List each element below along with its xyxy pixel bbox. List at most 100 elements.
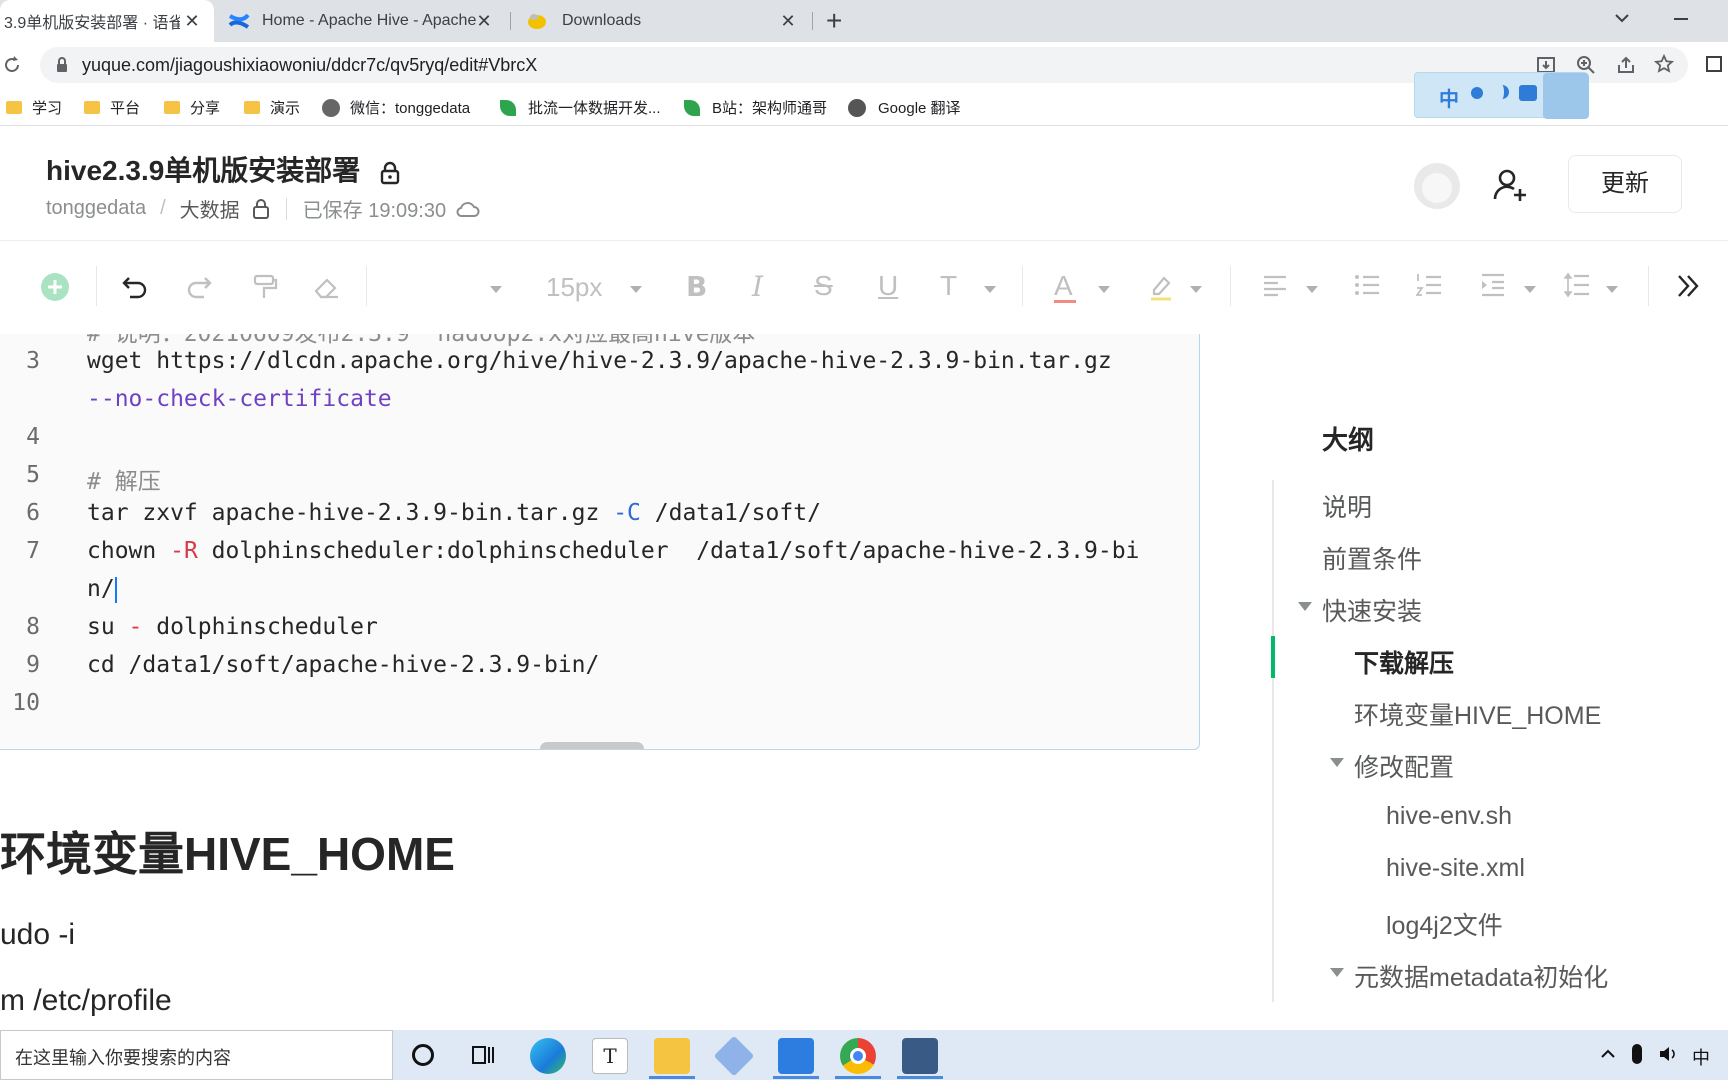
bookmark-bilibili[interactable]: B站：架构师通哥 bbox=[684, 97, 827, 118]
horizontal-scrollbar[interactable] bbox=[540, 742, 644, 749]
bullet-list-icon[interactable] bbox=[1354, 272, 1380, 298]
bookmark-google-translate[interactable]: Google 翻译 bbox=[848, 97, 961, 118]
ime-skin-icon bbox=[1519, 85, 1537, 101]
section-heading: 环境变量HIVE_HOME bbox=[0, 828, 455, 880]
volume-icon[interactable] bbox=[1658, 1044, 1680, 1064]
indent-caret-icon[interactable] bbox=[1524, 286, 1536, 293]
divider bbox=[285, 197, 287, 220]
cortana-icon[interactable] bbox=[412, 1044, 434, 1066]
code-line: # 解压 bbox=[87, 469, 161, 495]
bookmark-batch-stream[interactable]: 批流一体数据开发... bbox=[500, 97, 661, 118]
outline-item[interactable]: 说明 bbox=[1322, 488, 1372, 524]
collapse-caret-icon[interactable] bbox=[1298, 602, 1312, 611]
tab-downloads[interactable]: Downloads ✕ bbox=[514, 0, 810, 42]
remote-desktop-icon[interactable] bbox=[902, 1038, 938, 1074]
close-tab-icon[interactable]: ✕ bbox=[182, 11, 202, 31]
close-tab-icon[interactable]: ✕ bbox=[778, 11, 798, 31]
tab-search-chevron-icon[interactable] bbox=[1614, 12, 1630, 24]
align-caret-icon[interactable] bbox=[1306, 286, 1318, 293]
minimize-icon[interactable] bbox=[1674, 18, 1688, 20]
breadcrumb: tonggedata / 大数据 已保存 19:09:30 bbox=[46, 194, 480, 223]
breadcrumb-book[interactable]: 大数据 bbox=[180, 194, 240, 223]
bookmark-wechat[interactable]: 微信：tonggedata bbox=[322, 97, 470, 118]
running-indicator bbox=[649, 1076, 695, 1079]
outline-item[interactable]: 环境变量HIVE_HOME bbox=[1354, 696, 1601, 732]
edge-browser-icon[interactable] bbox=[530, 1038, 566, 1074]
close-tab-icon[interactable]: ✕ bbox=[474, 11, 494, 31]
typora-icon[interactable]: T bbox=[592, 1038, 628, 1074]
font-color-icon[interactable]: A bbox=[1054, 270, 1076, 303]
app-diamond-icon[interactable] bbox=[713, 1035, 755, 1077]
confluence-icon bbox=[228, 11, 250, 31]
outline-item[interactable]: 前置条件 bbox=[1322, 540, 1422, 576]
reload-icon[interactable] bbox=[2, 55, 22, 75]
bookmark-folder-study[interactable]: 学习 bbox=[6, 97, 62, 118]
bookmark-folder-platform[interactable]: 平台 bbox=[84, 97, 140, 118]
ime-language-label: 中 bbox=[1439, 89, 1459, 111]
undo-icon[interactable] bbox=[120, 272, 150, 302]
add-collaborator-icon[interactable] bbox=[1492, 167, 1528, 203]
italic-icon[interactable]: I bbox=[752, 270, 763, 303]
collapse-caret-icon[interactable] bbox=[1330, 968, 1344, 977]
document-header: hive2.3.9单机版安装部署 tonggedata / 大数据 已保存 19… bbox=[0, 127, 1728, 241]
clear-format-eraser-icon[interactable] bbox=[312, 272, 342, 302]
ime-flower-icon bbox=[1543, 73, 1589, 119]
line-height-caret-icon[interactable] bbox=[1606, 286, 1618, 293]
line-number: 7 bbox=[26, 538, 40, 564]
insert-plus-icon[interactable] bbox=[40, 272, 70, 302]
paragraph-style-caret-icon[interactable] bbox=[490, 286, 502, 293]
task-view-icon[interactable] bbox=[472, 1044, 496, 1066]
line-height-icon[interactable] bbox=[1564, 272, 1590, 298]
ime-indicator[interactable]: 中 bbox=[1692, 1044, 1710, 1070]
tab-yuque[interactable]: 3.9单机版安装部署 · 语雀 ✕ bbox=[0, 0, 214, 42]
font-size-caret-icon[interactable] bbox=[630, 286, 642, 293]
tab-separator bbox=[812, 12, 813, 30]
outline-item[interactable]: hive-env.sh bbox=[1386, 802, 1512, 831]
redo-icon[interactable] bbox=[184, 272, 214, 302]
outline-item[interactable]: 元数据metadata初始化 bbox=[1354, 958, 1608, 994]
new-tab-button[interactable]: + bbox=[826, 6, 842, 36]
feishu-icon[interactable] bbox=[778, 1038, 814, 1074]
update-button[interactable]: 更新 bbox=[1568, 155, 1682, 213]
taskbar-search-box[interactable]: 在这里输入你要搜索的内容 bbox=[0, 1030, 393, 1080]
file-explorer-icon[interactable] bbox=[654, 1038, 690, 1074]
ime-punct-icon bbox=[1471, 87, 1483, 99]
folder-icon bbox=[244, 101, 260, 114]
side-panel-icon[interactable] bbox=[1706, 56, 1722, 72]
align-icon[interactable] bbox=[1262, 272, 1288, 298]
numbered-list-icon[interactable] bbox=[1416, 272, 1442, 298]
tray-chevron-up-icon[interactable] bbox=[1600, 1048, 1616, 1060]
microphone-icon[interactable] bbox=[1632, 1044, 1642, 1064]
code-block[interactable]: 2 # 说明：20210609发布2.3.9 hadoop2.x对应最高hive… bbox=[0, 334, 1200, 750]
strikethrough-icon[interactable]: S bbox=[814, 270, 833, 302]
bookmark-folder-demo[interactable]: 演示 bbox=[244, 97, 300, 118]
outline-item[interactable]: hive-site.xml bbox=[1386, 854, 1525, 883]
highlight-icon[interactable] bbox=[1148, 272, 1174, 302]
outline-item[interactable]: 快速安装 bbox=[1322, 592, 1422, 628]
avatar[interactable] bbox=[1414, 163, 1460, 209]
share-icon[interactable] bbox=[1616, 55, 1636, 75]
format-painter-icon[interactable] bbox=[250, 272, 280, 302]
collapse-caret-icon[interactable] bbox=[1330, 758, 1344, 767]
outline-item[interactable]: 修改配置 bbox=[1354, 748, 1454, 784]
font-color-caret-icon[interactable] bbox=[1098, 286, 1110, 293]
breadcrumb-user[interactable]: tonggedata bbox=[46, 197, 146, 220]
highlight-caret-icon[interactable] bbox=[1190, 286, 1202, 293]
expand-toolbar-chevron-icon[interactable] bbox=[1676, 272, 1700, 300]
code-line: # 说明：20210609发布2.3.9 hadoop2.x对应最高hive版本 bbox=[87, 334, 756, 347]
underline-icon[interactable]: U bbox=[878, 270, 898, 302]
bookmark-folder-share[interactable]: 分享 bbox=[164, 97, 220, 118]
ime-toolbar[interactable]: 中 bbox=[1414, 72, 1589, 119]
bookmark-star-icon[interactable] bbox=[1654, 54, 1674, 74]
leaf-icon bbox=[684, 99, 700, 116]
chrome-icon[interactable] bbox=[840, 1038, 876, 1074]
bold-icon[interactable]: B bbox=[686, 270, 707, 303]
indent-icon[interactable] bbox=[1480, 272, 1506, 298]
lock-icon[interactable] bbox=[56, 57, 68, 73]
outline-item[interactable]: log4j2文件 bbox=[1386, 906, 1503, 942]
font-size-select[interactable]: 15px bbox=[546, 272, 602, 303]
tab-apache-hive[interactable]: Home - Apache Hive - Apache ✕ bbox=[216, 0, 506, 42]
text-height-caret-icon[interactable] bbox=[984, 286, 996, 293]
outline-item-active[interactable]: 下载解压 bbox=[1354, 644, 1454, 680]
text-height-icon[interactable]: T bbox=[940, 270, 957, 302]
